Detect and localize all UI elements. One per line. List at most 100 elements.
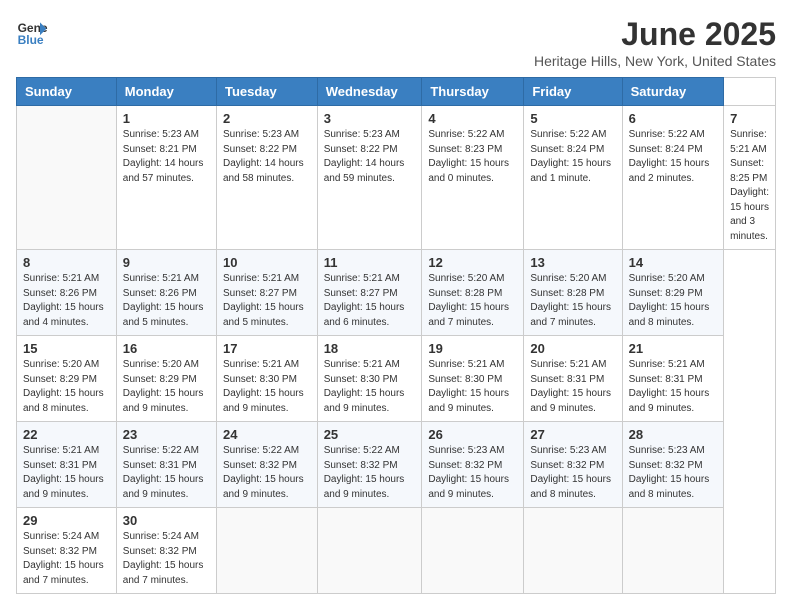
calendar-day-cell: 7 Sunrise: 5:21 AMSunset: 8:25 PMDayligh…: [724, 106, 776, 250]
calendar-header-row: SundayMondayTuesdayWednesdayThursdayFrid…: [17, 78, 776, 106]
day-info: Sunrise: 5:23 AMSunset: 8:22 PMDaylight:…: [324, 129, 405, 184]
calendar-day-cell: 29 Sunrise: 5:24 AMSunset: 8:32 PMDaylig…: [17, 508, 117, 594]
calendar-day-cell: 5 Sunrise: 5:22 AMSunset: 8:24 PMDayligh…: [524, 106, 622, 250]
empty-cell: [317, 508, 422, 594]
calendar-day-cell: 2 Sunrise: 5:23 AMSunset: 8:22 PMDayligh…: [216, 106, 317, 250]
day-info: Sunrise: 5:21 AMSunset: 8:31 PMDaylight:…: [629, 359, 710, 414]
day-number: 7: [730, 111, 769, 126]
day-number: 13: [530, 255, 615, 270]
day-number: 2: [223, 111, 311, 126]
empty-cell: [17, 106, 117, 250]
day-number: 4: [428, 111, 517, 126]
title-block: June 2025 Heritage Hills, New York, Unit…: [534, 16, 776, 69]
day-header-wednesday: Wednesday: [317, 78, 422, 106]
calendar-day-cell: 11 Sunrise: 5:21 AMSunset: 8:27 PMDaylig…: [317, 250, 422, 336]
day-number: 16: [123, 341, 210, 356]
calendar-day-cell: 3 Sunrise: 5:23 AMSunset: 8:22 PMDayligh…: [317, 106, 422, 250]
day-info: Sunrise: 5:22 AMSunset: 8:23 PMDaylight:…: [428, 129, 509, 184]
empty-cell: [216, 508, 317, 594]
calendar-day-cell: 23 Sunrise: 5:22 AMSunset: 8:31 PMDaylig…: [116, 422, 216, 508]
calendar-week-row: 1 Sunrise: 5:23 AMSunset: 8:21 PMDayligh…: [17, 106, 776, 250]
page-header: General Blue June 2025 Heritage Hills, N…: [16, 16, 776, 69]
svg-text:Blue: Blue: [18, 33, 44, 47]
empty-cell: [524, 508, 622, 594]
day-info: Sunrise: 5:21 AMSunset: 8:27 PMDaylight:…: [223, 273, 304, 328]
calendar-day-cell: 9 Sunrise: 5:21 AMSunset: 8:26 PMDayligh…: [116, 250, 216, 336]
calendar-day-cell: 1 Sunrise: 5:23 AMSunset: 8:21 PMDayligh…: [116, 106, 216, 250]
day-info: Sunrise: 5:24 AMSunset: 8:32 PMDaylight:…: [23, 531, 104, 586]
day-number: 24: [223, 427, 311, 442]
day-info: Sunrise: 5:22 AMSunset: 8:32 PMDaylight:…: [324, 445, 405, 500]
day-header-sunday: Sunday: [17, 78, 117, 106]
day-header-saturday: Saturday: [622, 78, 723, 106]
day-info: Sunrise: 5:24 AMSunset: 8:32 PMDaylight:…: [123, 531, 204, 586]
day-number: 19: [428, 341, 517, 356]
day-info: Sunrise: 5:20 AMSunset: 8:28 PMDaylight:…: [428, 273, 509, 328]
day-number: 10: [223, 255, 311, 270]
day-info: Sunrise: 5:20 AMSunset: 8:29 PMDaylight:…: [629, 273, 710, 328]
day-info: Sunrise: 5:21 AMSunset: 8:27 PMDaylight:…: [324, 273, 405, 328]
day-info: Sunrise: 5:22 AMSunset: 8:31 PMDaylight:…: [123, 445, 204, 500]
day-number: 18: [324, 341, 416, 356]
day-number: 30: [123, 513, 210, 528]
calendar-day-cell: 28 Sunrise: 5:23 AMSunset: 8:32 PMDaylig…: [622, 422, 723, 508]
day-info: Sunrise: 5:22 AMSunset: 8:24 PMDaylight:…: [629, 129, 710, 184]
calendar-day-cell: 24 Sunrise: 5:22 AMSunset: 8:32 PMDaylig…: [216, 422, 317, 508]
calendar-day-cell: 22 Sunrise: 5:21 AMSunset: 8:31 PMDaylig…: [17, 422, 117, 508]
day-number: 8: [23, 255, 110, 270]
day-number: 22: [23, 427, 110, 442]
day-number: 27: [530, 427, 615, 442]
day-info: Sunrise: 5:21 AMSunset: 8:31 PMDaylight:…: [23, 445, 104, 500]
calendar-week-row: 29 Sunrise: 5:24 AMSunset: 8:32 PMDaylig…: [17, 508, 776, 594]
calendar-day-cell: 26 Sunrise: 5:23 AMSunset: 8:32 PMDaylig…: [422, 422, 524, 508]
day-number: 9: [123, 255, 210, 270]
calendar-day-cell: 16 Sunrise: 5:20 AMSunset: 8:29 PMDaylig…: [116, 336, 216, 422]
location-subtitle: Heritage Hills, New York, United States: [534, 53, 776, 69]
calendar-day-cell: 12 Sunrise: 5:20 AMSunset: 8:28 PMDaylig…: [422, 250, 524, 336]
day-header-tuesday: Tuesday: [216, 78, 317, 106]
calendar-week-row: 8 Sunrise: 5:21 AMSunset: 8:26 PMDayligh…: [17, 250, 776, 336]
day-info: Sunrise: 5:23 AMSunset: 8:22 PMDaylight:…: [223, 129, 304, 184]
day-header-monday: Monday: [116, 78, 216, 106]
day-number: 15: [23, 341, 110, 356]
day-number: 25: [324, 427, 416, 442]
day-number: 14: [629, 255, 717, 270]
empty-cell: [622, 508, 723, 594]
day-number: 5: [530, 111, 615, 126]
calendar-day-cell: 21 Sunrise: 5:21 AMSunset: 8:31 PMDaylig…: [622, 336, 723, 422]
calendar-day-cell: 18 Sunrise: 5:21 AMSunset: 8:30 PMDaylig…: [317, 336, 422, 422]
calendar-day-cell: 19 Sunrise: 5:21 AMSunset: 8:30 PMDaylig…: [422, 336, 524, 422]
day-info: Sunrise: 5:20 AMSunset: 8:28 PMDaylight:…: [530, 273, 611, 328]
day-info: Sunrise: 5:21 AMSunset: 8:26 PMDaylight:…: [23, 273, 104, 328]
day-info: Sunrise: 5:21 AMSunset: 8:30 PMDaylight:…: [324, 359, 405, 414]
calendar-day-cell: 8 Sunrise: 5:21 AMSunset: 8:26 PMDayligh…: [17, 250, 117, 336]
day-number: 23: [123, 427, 210, 442]
day-number: 17: [223, 341, 311, 356]
day-number: 6: [629, 111, 717, 126]
day-number: 20: [530, 341, 615, 356]
day-info: Sunrise: 5:21 AMSunset: 8:26 PMDaylight:…: [123, 273, 204, 328]
day-number: 1: [123, 111, 210, 126]
day-number: 3: [324, 111, 416, 126]
day-header-thursday: Thursday: [422, 78, 524, 106]
empty-cell: [422, 508, 524, 594]
day-info: Sunrise: 5:22 AMSunset: 8:24 PMDaylight:…: [530, 129, 611, 184]
day-info: Sunrise: 5:22 AMSunset: 8:32 PMDaylight:…: [223, 445, 304, 500]
day-info: Sunrise: 5:20 AMSunset: 8:29 PMDaylight:…: [23, 359, 104, 414]
day-number: 11: [324, 255, 416, 270]
day-info: Sunrise: 5:21 AMSunset: 8:30 PMDaylight:…: [223, 359, 304, 414]
day-info: Sunrise: 5:23 AMSunset: 8:32 PMDaylight:…: [629, 445, 710, 500]
calendar-day-cell: 10 Sunrise: 5:21 AMSunset: 8:27 PMDaylig…: [216, 250, 317, 336]
day-info: Sunrise: 5:21 AMSunset: 8:31 PMDaylight:…: [530, 359, 611, 414]
calendar-day-cell: 13 Sunrise: 5:20 AMSunset: 8:28 PMDaylig…: [524, 250, 622, 336]
day-info: Sunrise: 5:23 AMSunset: 8:32 PMDaylight:…: [530, 445, 611, 500]
logo: General Blue: [16, 16, 48, 48]
calendar-day-cell: 20 Sunrise: 5:21 AMSunset: 8:31 PMDaylig…: [524, 336, 622, 422]
calendar-day-cell: 15 Sunrise: 5:20 AMSunset: 8:29 PMDaylig…: [17, 336, 117, 422]
calendar-day-cell: 25 Sunrise: 5:22 AMSunset: 8:32 PMDaylig…: [317, 422, 422, 508]
day-number: 21: [629, 341, 717, 356]
calendar-day-cell: 14 Sunrise: 5:20 AMSunset: 8:29 PMDaylig…: [622, 250, 723, 336]
logo-icon: General Blue: [16, 16, 48, 48]
day-number: 29: [23, 513, 110, 528]
day-number: 12: [428, 255, 517, 270]
